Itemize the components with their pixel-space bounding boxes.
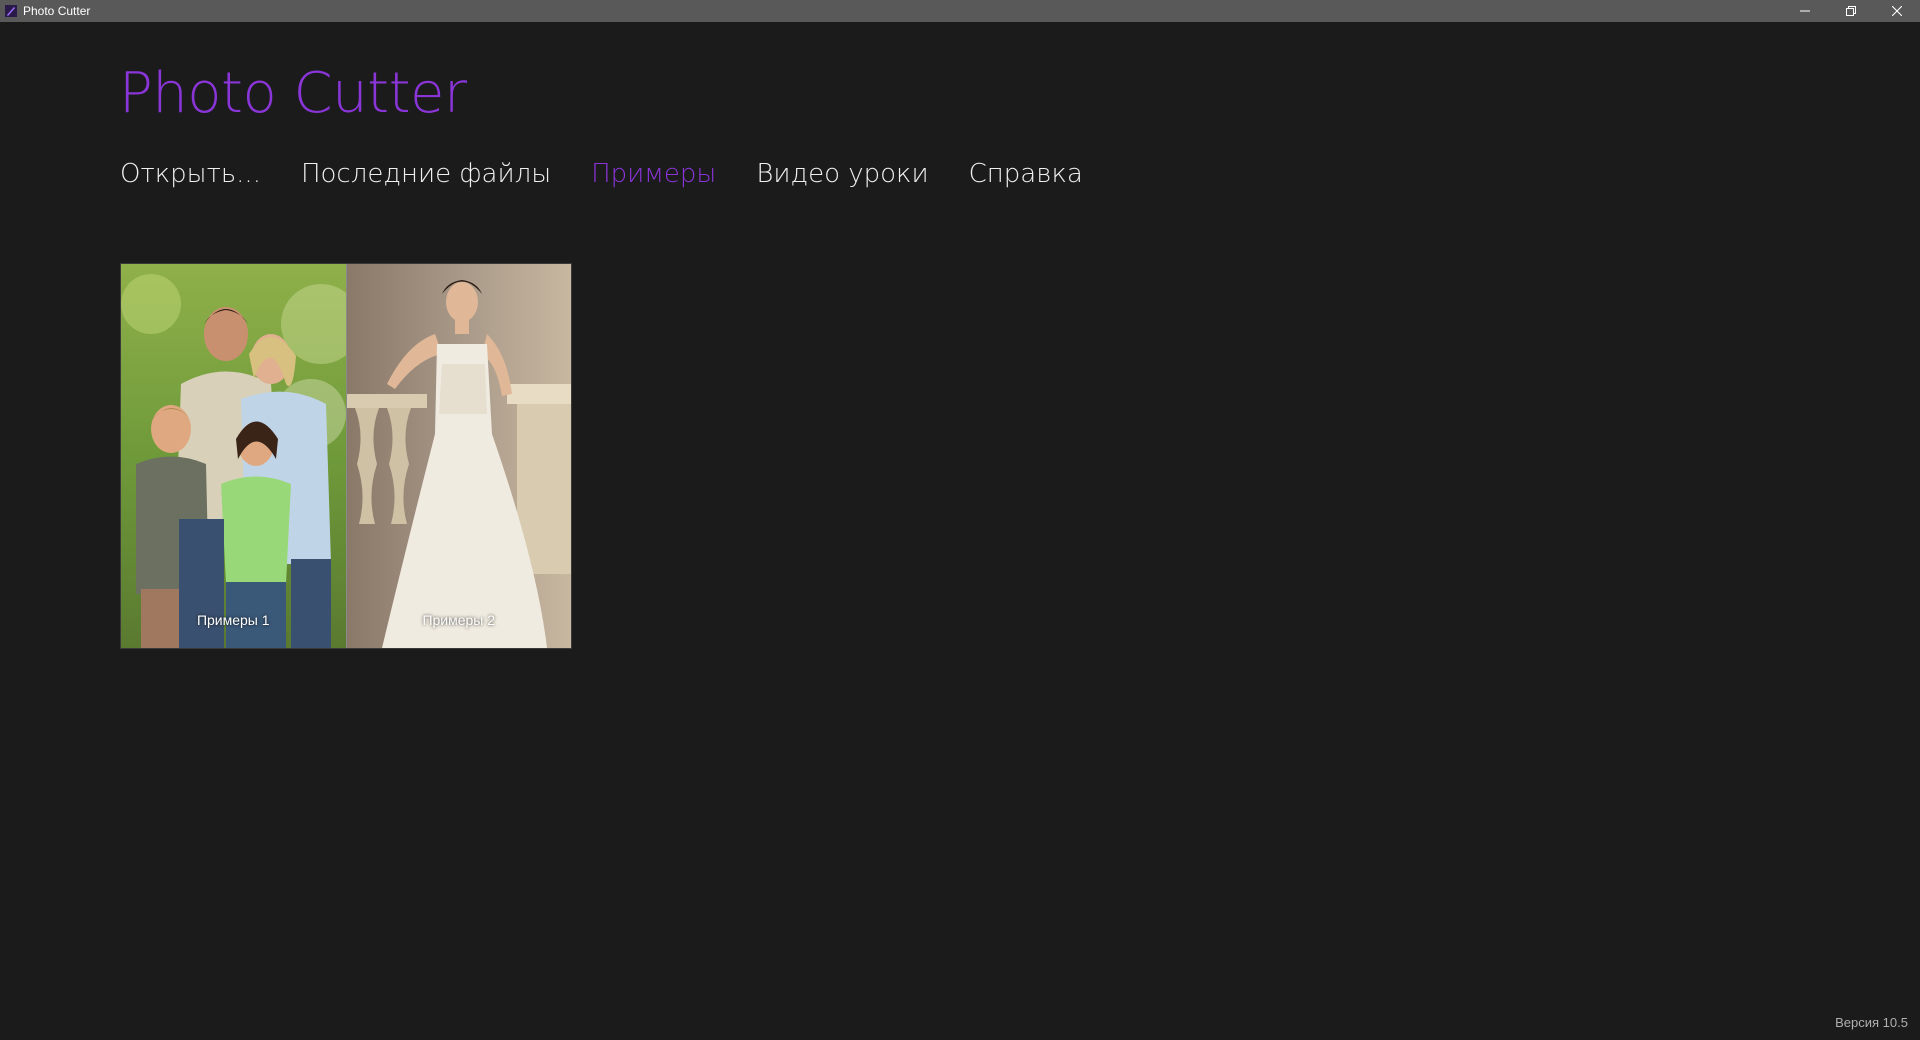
- restore-icon: [1846, 6, 1856, 16]
- title-bar[interactable]: Photo Cutter: [0, 0, 1920, 22]
- main-content: Photo Cutter Открыть... Последние файлы …: [0, 22, 1920, 1040]
- close-icon: [1892, 6, 1902, 16]
- app-title: Photo Cutter: [119, 61, 467, 126]
- example-tile-label: Примеры 2: [422, 612, 496, 628]
- examples-gallery: Примеры 1 Примеры 2: [120, 263, 572, 649]
- nav-item-examples[interactable]: Примеры: [591, 159, 716, 189]
- close-button[interactable]: [1874, 0, 1920, 22]
- nav-item-help[interactable]: Справка: [969, 159, 1083, 189]
- main-nav: Открыть... Последние файлы Примеры Видео…: [120, 159, 1083, 189]
- minimize-icon: [1800, 10, 1810, 12]
- version-label: Версия 10.5: [1835, 1015, 1908, 1030]
- nav-item-recent-files[interactable]: Последние файлы: [301, 159, 551, 189]
- photo-cutter-app-icon: [4, 4, 18, 18]
- nav-item-open[interactable]: Открыть...: [120, 159, 261, 189]
- minimize-button[interactable]: [1782, 0, 1828, 22]
- example-tile-label: Примеры 1: [196, 612, 270, 628]
- restore-button[interactable]: [1828, 0, 1874, 22]
- family-photo-thumbnail: [121, 264, 346, 648]
- example-tile-2[interactable]: Примеры 2: [346, 264, 571, 648]
- example-tile-1[interactable]: Примеры 1: [121, 264, 347, 648]
- bride-photo-thumbnail: [346, 264, 571, 648]
- nav-item-video-tutorials[interactable]: Видео уроки: [756, 159, 928, 189]
- window-title: Photo Cutter: [23, 4, 91, 18]
- window-controls: [1782, 0, 1920, 22]
